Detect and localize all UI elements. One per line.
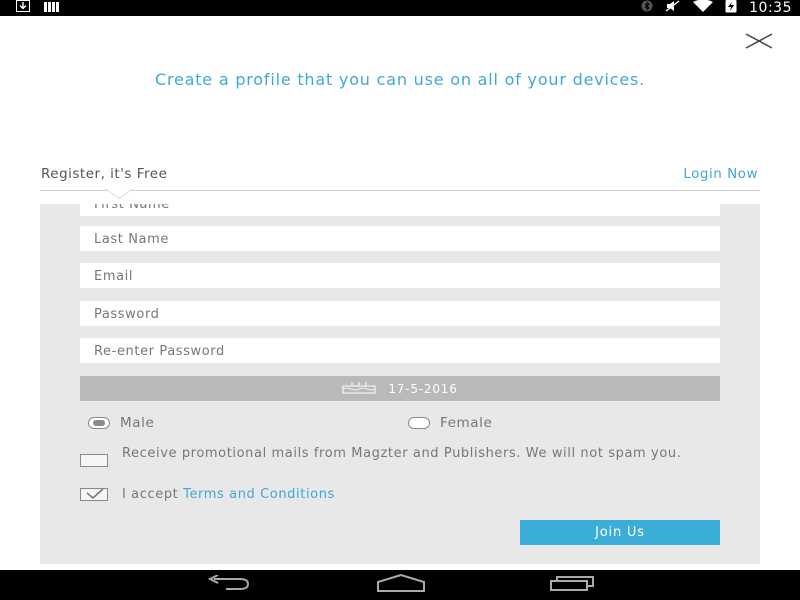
male-radio[interactable] bbox=[88, 417, 110, 429]
accept-prefix: I accept bbox=[122, 487, 179, 502]
home-icon bbox=[376, 573, 426, 596]
recents-icon bbox=[549, 575, 595, 595]
female-radio[interactable] bbox=[408, 417, 430, 429]
status-bar: 10:35 bbox=[0, 0, 800, 16]
radio-selected-dot bbox=[93, 420, 105, 426]
last-name-field[interactable]: Last Name bbox=[80, 226, 720, 251]
terms-link[interactable]: Terms and Conditions bbox=[183, 487, 335, 502]
password-field[interactable]: Password bbox=[80, 301, 720, 326]
email-placeholder: Email bbox=[94, 269, 134, 284]
last-name-placeholder: Last Name bbox=[94, 232, 169, 247]
download-icon bbox=[16, 0, 30, 16]
gender-female-option[interactable]: Female bbox=[408, 414, 492, 432]
male-label: Male bbox=[120, 415, 155, 431]
accept-terms-label: I accept Terms and Conditions bbox=[122, 487, 335, 502]
back-icon bbox=[206, 574, 252, 595]
terms-checkbox[interactable] bbox=[80, 488, 108, 501]
mute-icon bbox=[665, 0, 681, 16]
first-name-field[interactable]: First Name bbox=[80, 204, 720, 216]
reenter-password-placeholder: Re-enter Password bbox=[94, 344, 225, 359]
close-button[interactable] bbox=[744, 32, 774, 54]
navigation-bar bbox=[0, 570, 800, 600]
tab-pointer bbox=[106, 189, 132, 198]
back-button[interactable] bbox=[204, 574, 254, 596]
reenter-password-field[interactable]: Re-enter Password bbox=[80, 338, 720, 363]
recents-button[interactable] bbox=[547, 574, 597, 596]
checkmark-icon bbox=[83, 486, 105, 505]
gender-male-option[interactable]: Male bbox=[88, 414, 154, 432]
auth-tabs: Register, it's Free Login Now bbox=[40, 164, 760, 199]
female-label: Female bbox=[440, 415, 493, 431]
email-field[interactable]: Email bbox=[80, 263, 720, 288]
close-icon bbox=[745, 33, 773, 53]
signal-bars-icon bbox=[44, 0, 60, 16]
battery-charging-icon bbox=[725, 0, 737, 17]
birthdate-picker-button[interactable]: 17-5-2016 bbox=[80, 376, 720, 401]
promo-checkbox[interactable] bbox=[80, 454, 108, 467]
tab-login[interactable]: Login Now bbox=[683, 166, 758, 182]
first-name-placeholder: First Name bbox=[94, 204, 170, 212]
tab-register[interactable]: Register, it's Free bbox=[41, 166, 167, 182]
birthdate-value: 17-5-2016 bbox=[388, 381, 458, 396]
birthday-cake-icon bbox=[342, 380, 376, 397]
page-headline: Create a profile that you can use on all… bbox=[154, 70, 645, 89]
join-button[interactable]: Join Us bbox=[520, 520, 720, 545]
password-placeholder: Password bbox=[94, 307, 160, 322]
promo-text: Receive promotional mails from Magzter a… bbox=[122, 446, 682, 461]
register-form: First Name Last Name Email Password Re-e… bbox=[40, 204, 760, 564]
bluetooth-icon bbox=[641, 0, 653, 16]
clock: 10:35 bbox=[749, 0, 792, 16]
home-button[interactable] bbox=[375, 573, 427, 596]
wifi-icon bbox=[693, 0, 714, 16]
